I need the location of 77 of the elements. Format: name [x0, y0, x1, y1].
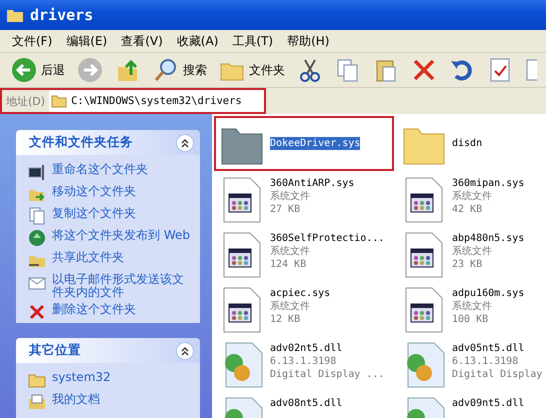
- task-link[interactable]: 以电子邮件形式发送该文件夹内的文件: [52, 273, 192, 299]
- file-item[interactable]: disdn: [396, 116, 546, 171]
- file-item[interactable]: acpiec.sys 系统文件 12 KB: [214, 281, 394, 336]
- toolbar-button[interactable]: 搜索: [150, 55, 210, 85]
- menu-item[interactable]: 文件(F): [12, 32, 52, 50]
- file-name: disdn: [452, 137, 482, 150]
- globe-icon: [28, 229, 46, 247]
- file-type: 系统文件: [452, 300, 493, 313]
- file-name: abp480n5.sys: [452, 232, 524, 245]
- file-size: 42 KB: [452, 203, 484, 216]
- panel-title: 其它位置: [29, 342, 81, 360]
- task-link[interactable]: 复制这个文件夹: [52, 207, 136, 220]
- file-name: acpiec.sys: [270, 287, 330, 300]
- file-item[interactable]: adv09nt5.dll: [396, 391, 546, 418]
- file-size: 23 KB: [452, 258, 484, 271]
- file-item[interactable]: adpu160m.sys 系统文件 100 KB: [396, 281, 546, 336]
- file-type: 系统文件: [270, 300, 311, 313]
- collapse-button[interactable]: [176, 134, 194, 152]
- file-item[interactable]: adv08nt5.dll: [214, 391, 394, 418]
- file-type: 系统文件: [452, 190, 493, 203]
- task-link[interactable]: 我的文档: [52, 393, 100, 406]
- file-name: 360mipan.sys: [452, 177, 524, 190]
- file-name: adpu160m.sys: [452, 287, 524, 300]
- task-link[interactable]: 重命名这个文件夹: [52, 163, 148, 176]
- file-type: 6.13.1.3198: [452, 355, 520, 368]
- chevron-icon: [180, 138, 190, 148]
- folder-icon: [6, 7, 24, 23]
- menu-item[interactable]: 帮助(H): [287, 32, 330, 50]
- menu-item[interactable]: 收藏(A): [176, 32, 218, 50]
- file-item[interactable]: DokeeDriver.sys: [214, 116, 394, 171]
- toolbar-button[interactable]: 文件夹: [216, 55, 288, 85]
- file-name: adv05nt5.dll: [452, 342, 524, 355]
- delete-x-icon: [28, 303, 46, 321]
- task-link[interactable]: 共享此文件夹: [52, 251, 124, 264]
- file-size: Digital Display: [452, 368, 542, 381]
- search-icon: [153, 57, 179, 83]
- chevron-icon: [180, 346, 190, 356]
- collapse-button[interactable]: [176, 342, 194, 360]
- menu-item[interactable]: 查看(V): [121, 32, 163, 50]
- copy-icon: [28, 207, 46, 225]
- file-size: 27 KB: [270, 203, 302, 216]
- file-name: adv02nt5.dll: [270, 342, 342, 355]
- scissors-icon: [297, 57, 323, 83]
- file-item[interactable]: 360AntiARP.sys 系统文件 27 KB: [214, 171, 394, 226]
- file-item[interactable]: abp480n5.sys 系统文件 23 KB: [396, 226, 546, 281]
- file-item[interactable]: 360mipan.sys 系统文件 42 KB: [396, 171, 546, 226]
- file-item[interactable]: adv02nt5.dll 6.13.1.3198 Digital Display ...: [214, 336, 394, 391]
- file-name: 360SelfProtectio...: [270, 232, 384, 245]
- folder-icon: [51, 94, 68, 108]
- file-type: 系统文件: [270, 245, 311, 258]
- toolbar-button[interactable]: 后退: [8, 55, 68, 85]
- file-size: 100 KB: [452, 313, 490, 326]
- file-name: adv09nt5.dll: [452, 397, 524, 410]
- window-title: drivers: [30, 6, 94, 24]
- file-type: 系统文件: [270, 190, 311, 203]
- task-link[interactable]: 删除这个文件夹: [52, 303, 136, 316]
- task-link[interactable]: 将这个文件夹发布到 Web: [52, 229, 190, 242]
- file-name: 360AntiARP.sys: [270, 177, 354, 190]
- menu-item[interactable]: 编辑(E): [66, 32, 108, 50]
- delete-x-icon: [411, 57, 437, 83]
- file-type: 系统文件: [452, 245, 493, 258]
- task-link[interactable]: system32: [52, 371, 111, 384]
- file-size: 124 KB: [270, 258, 308, 271]
- file-size: 12 KB: [270, 313, 302, 326]
- documents-folder-icon: [28, 393, 46, 412]
- menu-item[interactable]: 工具(T): [232, 32, 274, 50]
- panel-title: 文件和文件夹任务: [29, 134, 133, 151]
- file-item[interactable]: 360SelfProtectio... 系统文件 124 KB: [214, 226, 394, 281]
- file-name: adv08nt5.dll: [270, 397, 342, 410]
- address-field[interactable]: C:\WINDOWS\system32\drivers: [49, 90, 264, 112]
- rename-icon: [28, 163, 46, 181]
- file-type: 6.13.1.3198: [270, 355, 338, 368]
- views-icon: [525, 57, 537, 83]
- file-item[interactable]: adv05nt5.dll 6.13.1.3198 Digital Display: [396, 336, 546, 391]
- file-size: Digital Display ...: [270, 368, 384, 381]
- task-link[interactable]: 移动这个文件夹: [52, 185, 136, 198]
- file-name: DokeeDriver.sys: [270, 137, 360, 150]
